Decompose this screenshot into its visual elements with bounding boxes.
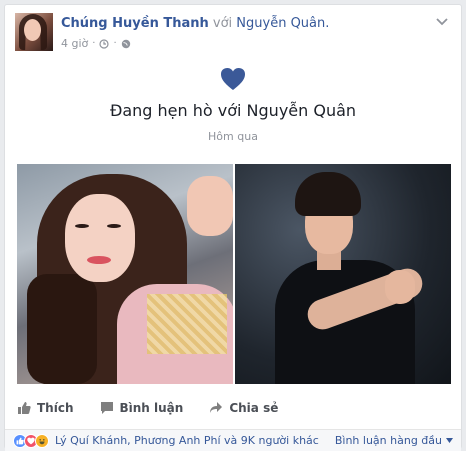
like-label: Thích [37, 401, 74, 415]
post-card: Chúng Huyền Thanh với Nguyễn Quân. 4 giờ… [4, 4, 462, 451]
photo-right[interactable] [235, 164, 451, 384]
photo-collage [17, 164, 451, 384]
photo-left[interactable] [17, 164, 233, 384]
post-actions: Thích Bình luận Chia sẻ [17, 395, 449, 421]
author-avatar[interactable] [15, 13, 53, 51]
comment-sort-dropdown[interactable]: Bình luận hàng đầu [335, 434, 453, 447]
post-meta: 4 giờ · · [61, 37, 131, 50]
caret-down-icon [446, 438, 453, 443]
comment-button[interactable]: Bình luận [100, 395, 184, 421]
comment-icon [100, 402, 113, 414]
post-author-line: Chúng Huyền Thanh với Nguyễn Quân. [61, 16, 329, 31]
post-header: Chúng Huyền Thanh với Nguyễn Quân. 4 giờ… [15, 13, 451, 55]
comment-sort-label: Bình luận hàng đầu [334, 434, 442, 447]
life-event: Đang hẹn hò với Nguyễn Quân Hôm qua [5, 67, 461, 143]
thumbs-up-icon [18, 402, 31, 414]
post-timestamp[interactable]: 4 giờ [61, 37, 88, 50]
author-name-link[interactable]: Chúng Huyền Thanh [61, 16, 209, 31]
life-event-date: Hôm qua [208, 130, 258, 143]
heart-icon [221, 68, 245, 90]
comment-label: Bình luận [119, 401, 184, 415]
reactions-bar: Lý Quí Khánh, Phương Anh Phí và 9K người… [5, 429, 461, 451]
share-label: Chia sẻ [229, 401, 279, 415]
reaction-icons[interactable] [13, 433, 49, 448]
share-button[interactable]: Chia sẻ [209, 395, 278, 421]
with-text: với [212, 16, 233, 31]
tagged-person-link[interactable]: Nguyễn Quân. [236, 16, 329, 31]
like-button[interactable]: Thích [17, 395, 74, 421]
life-event-title: Đang hẹn hò với Nguyễn Quân [109, 101, 357, 120]
share-icon [210, 402, 223, 413]
clock-icon [99, 38, 110, 49]
reaction-summary[interactable]: Lý Quí Khánh, Phương Anh Phí và 9K người… [55, 434, 319, 447]
globe-icon[interactable] [121, 39, 131, 49]
chevron-down-icon[interactable] [433, 15, 451, 29]
haha-reaction-icon [35, 433, 49, 448]
